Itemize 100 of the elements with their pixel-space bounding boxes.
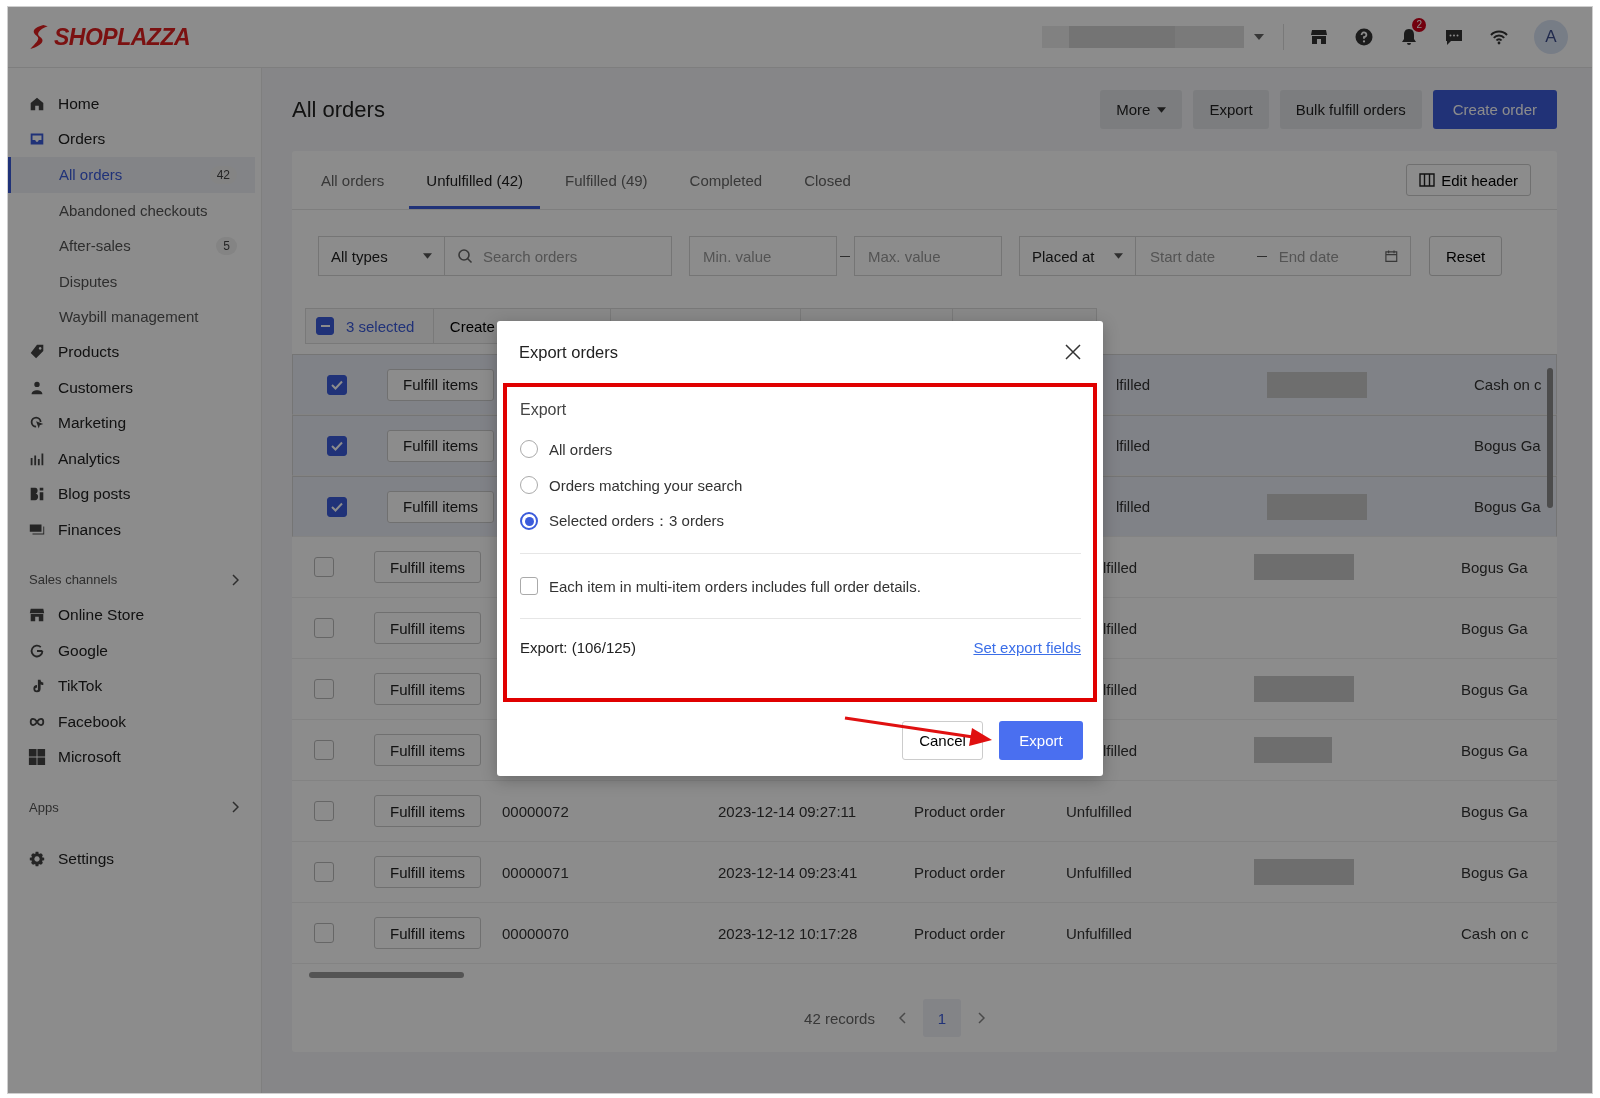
nav-item[interactable]: Finances	[8, 512, 261, 548]
section-label: Export	[520, 401, 568, 420]
order-date: 2023-12-14 09:23:41	[718, 863, 858, 881]
row-checkbox[interactable]	[314, 618, 334, 638]
payment-method: Bogus Ga	[1461, 680, 1528, 698]
nav-item[interactable]: Products	[8, 334, 261, 370]
close-icon[interactable]	[1065, 344, 1081, 360]
fulfill-items-button[interactable]: Fulfill items	[387, 490, 494, 523]
nav-item[interactable]: Orders	[8, 121, 261, 157]
row-checkbox[interactable]	[327, 496, 347, 517]
nav-item[interactable]: Home	[8, 86, 261, 122]
more-dropdown[interactable]: More	[1100, 90, 1183, 129]
logo-text: SHOPLAZZA	[54, 23, 191, 51]
nav-item[interactable]: Online Store	[8, 597, 261, 633]
row-checkbox[interactable]	[314, 740, 334, 760]
bell-icon[interactable]	[1399, 27, 1419, 47]
row-checkbox[interactable]	[327, 374, 347, 395]
row-checkbox[interactable]	[314, 679, 334, 699]
fulfill-items-button[interactable]: Fulfill items	[374, 856, 481, 888]
radio-option[interactable]: Selected orders：3 orders	[520, 503, 1081, 539]
order-date: 2023-12-14 09:27:11	[718, 802, 857, 820]
type-select[interactable]: All types	[318, 236, 445, 276]
tab[interactable]: Closed	[787, 151, 868, 209]
fulfill-items-button[interactable]: Fulfill items	[374, 551, 481, 583]
chat-icon[interactable]	[1444, 27, 1464, 47]
chevron-right-icon[interactable]	[231, 801, 239, 813]
action-button[interactable]: Create order	[1432, 90, 1557, 129]
order-type: Product order	[914, 863, 1005, 881]
nav-subitem[interactable]: All orders 42	[8, 157, 255, 193]
payment-method: Cash on c	[1461, 924, 1529, 942]
checkmark-icon	[331, 501, 343, 512]
row-checkbox[interactable]	[314, 923, 334, 943]
checkbox-option[interactable]: Each item in multi-item orders includes full order details.	[520, 568, 1081, 604]
order-type: Product order	[914, 924, 1005, 942]
nav-subitem[interactable]: After-sales 5	[8, 228, 255, 264]
radio-option[interactable]: Orders matching your search	[520, 467, 1081, 503]
store-icon[interactable]	[1309, 27, 1329, 47]
nav-item[interactable]: Facebook	[8, 704, 261, 740]
chevron-right-icon[interactable]	[976, 1012, 985, 1024]
date-type-select[interactable]: Placed at	[1019, 236, 1136, 276]
action-button[interactable]: Bulk fulfill orders	[1279, 90, 1422, 129]
nav-item[interactable]: Blog posts	[8, 476, 261, 512]
records-count: 42 records	[804, 1009, 875, 1027]
reset-button[interactable]: Reset	[1429, 236, 1503, 276]
nav-item[interactable]: Analytics	[8, 441, 261, 477]
nav-item[interactable]: Marketing	[8, 405, 261, 441]
max-value-field[interactable]: Max. value	[854, 236, 1002, 276]
date-range-box[interactable]: Start date End date	[1135, 236, 1411, 276]
caret-icon	[1157, 106, 1167, 113]
nav-subitem[interactable]: Disputes	[8, 263, 255, 299]
nav-item[interactable]: Settings	[8, 841, 261, 877]
checkmark-icon	[331, 379, 343, 390]
columns-icon	[1419, 173, 1436, 187]
section-heading: Apps	[29, 799, 59, 815]
end-date-field[interactable]: End date	[1276, 246, 1376, 266]
radio-option[interactable]: All orders	[520, 431, 1081, 467]
logo-mark-icon	[28, 24, 50, 50]
set-export-fields-link[interactable]: Set export fields	[973, 638, 1081, 656]
fulfillment-status: Unfulfilled	[1066, 863, 1132, 881]
row-checkbox[interactable]	[314, 862, 334, 882]
page-title: All orders	[292, 96, 385, 123]
search-field[interactable]: Search orders	[481, 246, 671, 266]
export-button[interactable]: Export	[999, 721, 1083, 760]
fulfill-items-button[interactable]: Fulfill items	[387, 429, 494, 462]
selected-count: 3 selected	[346, 317, 415, 335]
fulfillment-status: lfilled	[1116, 376, 1151, 393]
min-value-field[interactable]: Min. value	[689, 236, 837, 276]
help-icon[interactable]	[1354, 27, 1374, 47]
edit-header-button[interactable]: Edit header	[1406, 164, 1531, 196]
page-button[interactable]: 1	[922, 999, 961, 1037]
row-checkbox[interactable]	[314, 557, 334, 577]
nav-subitem[interactable]: Waybill management	[8, 299, 255, 335]
chevron-left-icon[interactable]	[898, 1012, 907, 1024]
avatar[interactable]: A	[1534, 20, 1568, 54]
fulfill-items-button[interactable]: Fulfill items	[374, 673, 481, 705]
start-date-field[interactable]: Start date	[1148, 246, 1247, 266]
nav-item[interactable]: Google	[8, 633, 261, 669]
fulfill-items-button[interactable]: Fulfill items	[374, 917, 481, 949]
fulfill-items-button[interactable]: Fulfill items	[374, 795, 481, 827]
search-box[interactable]: Search orders	[444, 236, 672, 276]
row-checkbox[interactable]	[327, 435, 347, 456]
nav-item[interactable]: Microsoft	[8, 739, 261, 775]
nav-item[interactable]: TikTok	[8, 668, 261, 704]
fulfill-items-button[interactable]: Fulfill items	[374, 612, 481, 644]
payment-method: Bogus Ga	[1461, 558, 1528, 576]
payment-method: Bogus Ga	[1461, 741, 1528, 759]
order-type: Product order	[914, 802, 1005, 820]
tab[interactable]: All orders	[304, 151, 402, 209]
fulfillment-status: lfilled	[1116, 498, 1151, 515]
tab[interactable]: Completed	[672, 151, 780, 209]
fulfill-items-button[interactable]: Fulfill items	[387, 368, 494, 401]
chevron-right-icon[interactable]	[231, 573, 239, 586]
fulfill-items-button[interactable]: Fulfill items	[374, 734, 481, 766]
select-all-checkbox[interactable]	[316, 317, 334, 335]
tab[interactable]: Unfulfilled (42)	[409, 151, 541, 209]
tab[interactable]: Fulfilled (49)	[548, 151, 665, 209]
nav-item[interactable]: Customers	[8, 370, 261, 406]
row-checkbox[interactable]	[314, 801, 334, 821]
payment-method: Bogus Ga	[1474, 498, 1541, 515]
action-button[interactable]: Export	[1193, 90, 1269, 129]
